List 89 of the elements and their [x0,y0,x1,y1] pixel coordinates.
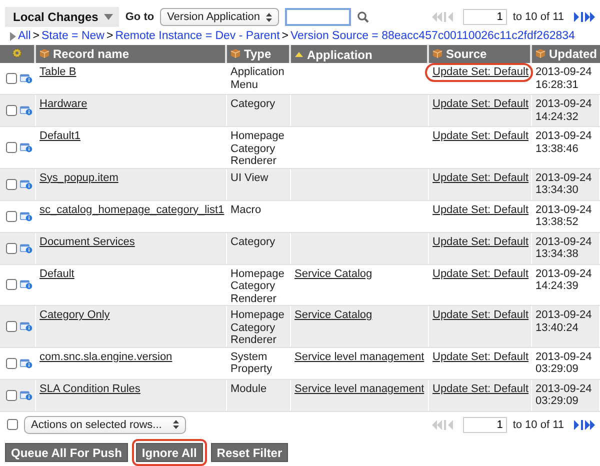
action-button[interactable]: Ignore All [136,442,203,462]
type-text: Category [230,98,276,110]
select-all-checkbox[interactable] [7,419,18,430]
row-checkbox[interactable] [6,390,17,400]
record-name-link[interactable]: Default [40,268,74,280]
type-text: Module [230,382,267,394]
application-link[interactable]: Service Catalog [294,268,372,280]
updated-text: 2013-09-24 13:38:46 [536,130,592,154]
record-info-icon[interactable] [20,104,32,117]
breadcrumb-link[interactable]: All [18,30,31,42]
record-info-icon[interactable] [20,210,32,222]
page-number-field[interactable]: 1 [462,416,507,432]
breadcrumb-separator: > [32,30,40,42]
row-checkbox[interactable] [6,320,17,332]
gear-icon[interactable] [12,48,22,58]
row-checkbox[interactable] [6,279,17,290]
record-name-link[interactable]: Category Only [40,309,110,321]
updated-text: 2013-09-24 13:40:24 [536,309,592,334]
record-name-link[interactable]: Hardware [40,98,88,110]
record-info-icon[interactable] [20,242,32,254]
goto-label: Go to [125,11,154,23]
record-info-icon[interactable] [20,388,32,402]
record-info-icon[interactable] [20,278,32,292]
updated-text: 2013-09-24 13:38:52 [536,204,592,228]
type-text: Homepage Category Renderer [230,130,284,167]
record-info-icon[interactable] [20,178,32,190]
column-header[interactable]: Application [290,45,428,63]
record-info-icon[interactable] [20,72,32,85]
updated-text: 2013-09-24 03:29:09 [536,382,592,407]
source-link[interactable]: Update Set: Default [432,204,529,216]
actions-select[interactable]: Actions on selected rows... [24,416,186,434]
row-checkbox[interactable] [6,210,17,222]
list-title-menu[interactable]: Local Changes [5,7,120,27]
column-header[interactable]: Record name [35,45,226,63]
row-checkbox[interactable] [6,142,17,153]
record-name-link[interactable]: sc_catalog_homepage_category_list1 [40,204,224,216]
type-text: Homepage Category Renderer [230,268,284,304]
row-checkbox[interactable] [6,178,17,190]
search-icon[interactable] [357,11,370,23]
record-name-link[interactable]: Default1 [40,130,80,142]
caret-icon [104,14,114,20]
page-range: to 10 of 11 [512,11,564,23]
goto-select[interactable]: Version Application [160,8,280,26]
action-button[interactable]: Reset Filter [210,442,288,462]
record-info-icon[interactable] [20,356,32,370]
breadcrumb-link[interactable]: Version Source = 88eacc457c00110026c11c2fdf262834 [290,30,575,42]
application-link[interactable]: Service Catalog [294,309,372,321]
type-text: Application Menu [230,66,284,90]
source-link[interactable]: Update Set: Default [432,350,529,362]
type-text: Homepage Category Renderer [230,309,284,346]
updated-text: 2013-09-24 14:24:32 [536,98,592,122]
type-text: System Property [230,350,272,375]
row-checkbox[interactable] [6,358,17,368]
page-range: to 10 of 11 [512,418,564,430]
column-header[interactable] [0,45,35,63]
breadcrumb-link[interactable]: Remote Instance = Dev - Parent [115,30,280,42]
breadcrumb-separator: > [282,30,288,42]
record-info-icon[interactable] [20,320,32,333]
updated-text: 2013-09-24 03:29:09 [536,350,592,375]
type-text: Macro [230,204,262,216]
updated-text: 2013-09-24 13:34:30 [536,172,592,196]
row-checkbox[interactable] [6,105,17,116]
record-name-link[interactable]: com.snc.sla.engine.version [40,350,172,362]
row-checkbox[interactable] [6,73,17,84]
expand-icon[interactable] [10,32,16,40]
type-text: UI View [230,172,268,184]
record-name-link[interactable]: SLA Condition Rules [40,382,140,394]
page-number-field[interactable]: 1 [462,9,507,25]
action-button[interactable]: Queue All For Push [5,442,128,462]
search-field[interactable] [285,8,352,26]
updated-text: 2013-09-24 14:24:39 [536,268,592,292]
updown-icon [266,12,272,22]
record-name-link[interactable]: Sys_popup.item [40,172,118,184]
breadcrumb-link[interactable]: State = New [42,30,104,42]
type-text: Category [230,236,276,248]
record-name-link[interactable]: Table B [40,66,76,78]
column-header[interactable]: Type [226,45,290,63]
row-checkbox[interactable] [6,242,17,254]
source-link[interactable]: Update Set: Default [432,130,529,142]
breadcrumb-separator: > [106,30,114,42]
record-name-link[interactable]: Document Services [40,236,135,248]
source-link[interactable]: Update Set: Default [432,268,529,280]
updated-text: 2013-09-24 16:28:31 [536,66,592,90]
application-link[interactable]: Service level management [294,350,424,362]
column-header[interactable]: Updated [531,45,600,63]
updated-text: 2013-09-24 13:34:38 [536,236,592,260]
record-info-icon[interactable] [20,140,32,154]
column-header[interactable]: Source [428,45,531,63]
updown-icon [173,420,179,429]
